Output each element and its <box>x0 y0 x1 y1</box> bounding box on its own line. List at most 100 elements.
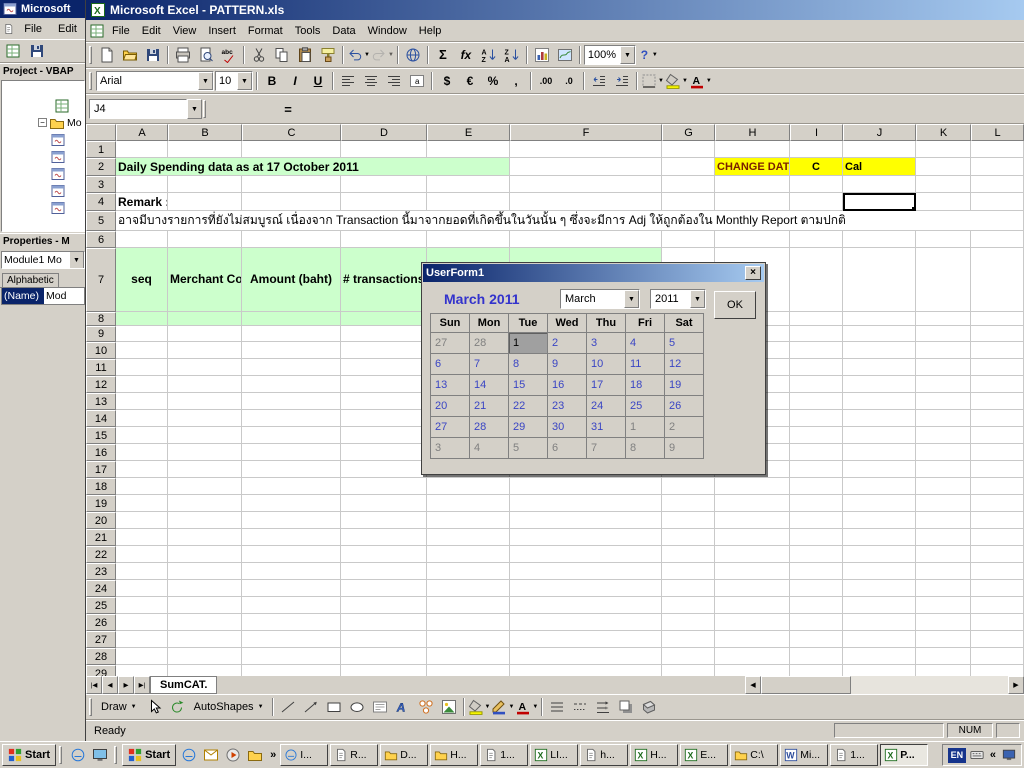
cell-L13[interactable] <box>971 393 1024 410</box>
column-header-H[interactable]: H <box>715 124 790 141</box>
calendar-day-cell[interactable]: 19 <box>665 375 704 396</box>
cell-B27[interactable] <box>168 631 242 648</box>
cell-B28[interactable] <box>168 648 242 665</box>
row-header-28[interactable]: 28 <box>86 648 116 665</box>
font-size-combobox[interactable]: 10 ▼ <box>215 71 253 91</box>
cell-L23[interactable] <box>971 563 1024 580</box>
cell-I20[interactable] <box>790 512 843 529</box>
cell-G26[interactable] <box>662 614 715 631</box>
cell-K14[interactable] <box>916 410 971 427</box>
cell-C12[interactable] <box>242 376 341 393</box>
cell-C15[interactable] <box>242 427 341 444</box>
row-header-27[interactable]: 27 <box>86 631 116 648</box>
cell-D25[interactable] <box>341 597 427 614</box>
row-header-12[interactable]: 12 <box>86 376 116 393</box>
cell-K10[interactable] <box>916 342 971 359</box>
align-center-button[interactable] <box>360 71 382 91</box>
cell-D22[interactable] <box>341 546 427 563</box>
keyboard-icon[interactable] <box>970 748 984 762</box>
calendar-day-cell[interactable]: 3 <box>431 438 470 459</box>
row-header-29[interactable]: 29 <box>86 665 116 676</box>
calendar-day-cell[interactable]: 11 <box>626 354 665 375</box>
cell-I25[interactable] <box>790 597 843 614</box>
first-sheet-button[interactable]: |◀ <box>86 676 102 694</box>
autosum-button[interactable]: Σ <box>432 45 454 65</box>
cell-I10[interactable] <box>790 342 843 359</box>
cell-F26[interactable] <box>510 614 662 631</box>
cell-I8[interactable] <box>790 312 843 326</box>
quicklaunch-overflow-chevron[interactable]: » <box>268 749 278 761</box>
cell-G2[interactable] <box>662 158 715 176</box>
tab-alphabetic[interactable]: Alphabetic <box>2 273 59 287</box>
cell-A13[interactable] <box>116 393 168 410</box>
cell-I17[interactable] <box>790 461 843 478</box>
cell-C14[interactable] <box>242 410 341 427</box>
project-panel-title[interactable]: Project - VBAP <box>0 63 86 79</box>
currency-button[interactable]: $ <box>436 71 458 91</box>
horizontal-scrollbar[interactable]: ◀ ▶ <box>745 676 1024 694</box>
excel-titlebar[interactable]: X Microsoft Excel - PATTERN.xls <box>86 0 1024 20</box>
cell-I11[interactable] <box>790 359 843 376</box>
cell-K7[interactable] <box>916 248 971 312</box>
cell-J29[interactable] <box>843 665 916 676</box>
calendar-day-cell[interactable]: 31 <box>587 417 626 438</box>
cell-G20[interactable] <box>662 512 715 529</box>
cell-F22[interactable] <box>510 546 662 563</box>
cell-J20[interactable] <box>843 512 916 529</box>
vba-titlebar[interactable]: Microsoft <box>0 0 86 18</box>
cell-G1[interactable] <box>662 141 715 158</box>
cell-G24[interactable] <box>662 580 715 597</box>
cell-C6[interactable] <box>242 231 341 248</box>
cell-C20[interactable] <box>242 512 341 529</box>
name-box-dropdown-icon[interactable]: ▼ <box>187 99 202 119</box>
cell-K1[interactable] <box>916 141 971 158</box>
cell-C26[interactable] <box>242 614 341 631</box>
cell-G21[interactable] <box>662 529 715 546</box>
cell-J25[interactable] <box>843 597 916 614</box>
cell-L14[interactable] <box>971 410 1024 427</box>
calendar-day-cell[interactable]: 24 <box>587 396 626 417</box>
zoom-combobox[interactable]: 100% ▼ <box>584 45 636 65</box>
row-header-4[interactable]: 4 <box>86 193 116 211</box>
cell-B1[interactable] <box>168 141 242 158</box>
task-button[interactable]: C:\ <box>730 744 778 766</box>
cell-B29[interactable] <box>168 665 242 676</box>
cell-A7[interactable]: seq <box>116 248 168 312</box>
chevron-down-icon[interactable]: ▼ <box>532 704 538 710</box>
cell-C22[interactable] <box>242 546 341 563</box>
cell-D7[interactable]: # transactions <box>341 248 427 312</box>
cell-L1[interactable] <box>971 141 1024 158</box>
cell-B17[interactable] <box>168 461 242 478</box>
cell-J17[interactable] <box>843 461 916 478</box>
excel-menu-format[interactable]: Format <box>242 23 289 39</box>
cell-L19[interactable] <box>971 495 1024 512</box>
cell-C28[interactable] <box>242 648 341 665</box>
vba-module-item[interactable] <box>2 165 84 182</box>
excel-menu-file[interactable]: File <box>106 23 136 39</box>
align-right-button[interactable] <box>383 71 405 91</box>
cell-K19[interactable] <box>916 495 971 512</box>
cell-I21[interactable] <box>790 529 843 546</box>
cell-B9[interactable] <box>168 326 242 342</box>
underline-button[interactable]: U <box>307 71 329 91</box>
cell-E6[interactable] <box>427 231 510 248</box>
vba-document-icon[interactable] <box>3 21 14 37</box>
cell-L21[interactable] <box>971 529 1024 546</box>
cell-L4[interactable] <box>971 193 1024 211</box>
name-box[interactable]: J4 <box>89 99 187 119</box>
task-button[interactable]: WMi... <box>780 744 828 766</box>
tray-expand-icon[interactable]: « <box>988 749 998 761</box>
cell-E24[interactable] <box>427 580 510 597</box>
cell-A4[interactable]: Remark : <box>116 193 168 211</box>
cut-button[interactable] <box>248 45 270 65</box>
cell-I18[interactable] <box>790 478 843 495</box>
cell-D18[interactable] <box>341 478 427 495</box>
calendar-day-cell[interactable]: 25 <box>626 396 665 417</box>
task-button-active[interactable]: XP... <box>880 744 928 766</box>
excel-menu-insert[interactable]: Insert <box>202 23 242 39</box>
cell-H1[interactable] <box>715 141 790 158</box>
cell-I27[interactable] <box>790 631 843 648</box>
cell-L6[interactable] <box>971 231 1024 248</box>
task-button[interactable]: 1... <box>830 744 878 766</box>
cell-I3[interactable] <box>790 176 843 193</box>
